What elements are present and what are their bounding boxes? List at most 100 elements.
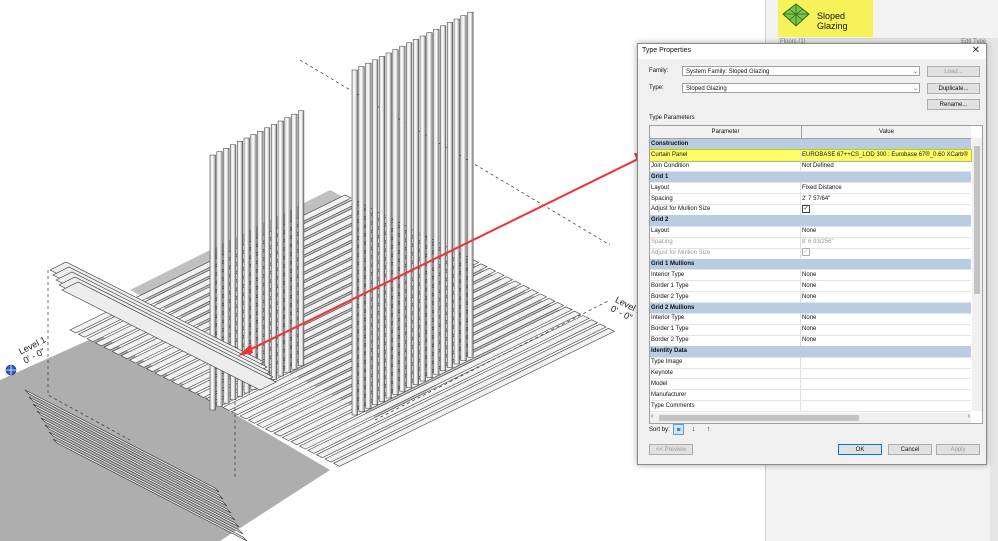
parameter-value[interactable]: ✓ bbox=[802, 204, 970, 214]
parameter-value[interactable]: None bbox=[802, 335, 970, 345]
parameter-value[interactable]: 8' 6 93/256" bbox=[802, 237, 970, 247]
parameter-value[interactable]: None bbox=[802, 313, 970, 323]
parameter-group-row[interactable]: Grid 1 bbox=[650, 171, 971, 184]
sort-grouped-icon[interactable]: ≡ bbox=[673, 424, 684, 435]
type-selector[interactable]: Sloped Glazing bbox=[778, 0, 873, 37]
vertical-fin bbox=[426, 32, 433, 378]
checkbox-icon[interactable]: ✓ bbox=[802, 204, 810, 213]
parameter-value[interactable]: None bbox=[802, 226, 970, 236]
parameter-name: Keynote bbox=[651, 369, 674, 376]
group-label: Grid 2 Mullions bbox=[651, 304, 695, 311]
type-label: Type: bbox=[649, 85, 664, 91]
parameter-name: Spacing bbox=[651, 195, 673, 202]
vertical-fin bbox=[277, 120, 284, 377]
parameter-value[interactable]: None bbox=[802, 281, 970, 291]
parameter-row[interactable]: Spacing 8' 6 93/256" bbox=[650, 237, 971, 249]
parameter-name: Border 1 Type bbox=[651, 326, 689, 333]
parameter-group-row[interactable]: Grid 2 Mullions bbox=[650, 302, 971, 314]
parameter-row[interactable]: Border 2 Type None bbox=[650, 335, 971, 347]
parameter-value[interactable]: ✓ bbox=[802, 248, 970, 258]
cancel-button[interactable]: Cancel bbox=[888, 444, 932, 455]
checkbox-icon[interactable]: ✓ bbox=[802, 248, 810, 257]
type-properties-dialog: Type Properties ✕ Family: System Family:… bbox=[637, 43, 987, 465]
family-dropdown[interactable]: System Family: Sloped Glazing ⌄ bbox=[682, 66, 920, 76]
vertical-fin bbox=[378, 56, 385, 402]
parameter-name: Interior Type bbox=[651, 315, 685, 322]
load-button[interactable]: Load... bbox=[927, 66, 980, 77]
vertical-fin bbox=[399, 45, 406, 392]
parameter-value[interactable]: Not Defined bbox=[802, 161, 970, 171]
vertical-fin bbox=[284, 117, 291, 373]
parameter-value[interactable]: None bbox=[802, 292, 970, 302]
type-parameters-grid: Parameter Value Construction Curtain Pane… bbox=[649, 125, 983, 424]
parameter-row[interactable]: Border 2 Type None bbox=[650, 291, 971, 304]
parameter-group-row[interactable]: Grid 1 Mullions bbox=[650, 258, 971, 271]
parameter-name: Manufacturer bbox=[651, 391, 687, 398]
family-value: System Family: Sloped Glazing bbox=[686, 69, 770, 75]
sort-descending-icon[interactable]: ↑ bbox=[703, 424, 714, 435]
parameter-group-row[interactable]: Identity Data bbox=[650, 346, 971, 358]
apply-button[interactable]: Apply bbox=[936, 444, 980, 455]
vertical-fin bbox=[351, 69, 358, 416]
parameter-name: Curtain Panel bbox=[651, 151, 688, 158]
sort-ascending-icon[interactable]: ↓ bbox=[688, 424, 699, 435]
grid-vertical-scrollbar[interactable] bbox=[972, 138, 982, 411]
vertical-fin bbox=[264, 127, 271, 384]
parameter-group-row[interactable]: Grid 2 bbox=[650, 215, 971, 227]
parameter-row[interactable]: Type Comments bbox=[650, 400, 971, 413]
vertical-fin bbox=[298, 110, 305, 367]
grid-horizontal-scrollbar[interactable]: ‹ › bbox=[650, 413, 971, 423]
parameter-row[interactable]: Type Image bbox=[650, 357, 971, 369]
parameter-value[interactable]: None bbox=[802, 324, 970, 334]
parameter-row[interactable]: Manufacturer bbox=[650, 389, 971, 402]
scroll-left-icon[interactable]: ‹ bbox=[651, 413, 653, 420]
column-header-parameter[interactable]: Parameter bbox=[650, 126, 802, 139]
column-header-value[interactable]: Value bbox=[802, 126, 971, 139]
close-icon[interactable]: ✕ bbox=[972, 45, 980, 56]
parameter-group-row[interactable]: Construction bbox=[650, 139, 971, 151]
parameter-name: Adjust for Mullion Size bbox=[651, 206, 711, 213]
ok-button[interactable]: OK bbox=[838, 444, 882, 455]
parameter-name: Border 2 Type bbox=[651, 293, 689, 300]
vertical-fin bbox=[209, 154, 216, 411]
parameter-row[interactable]: Adjust for Mullion Size ✓ bbox=[650, 204, 971, 216]
parameter-row[interactable]: Interior Type None bbox=[650, 313, 971, 325]
parameter-row[interactable]: Border 1 Type None bbox=[650, 324, 971, 336]
parameter-value[interactable]: None bbox=[802, 270, 970, 280]
parameter-value[interactable]: 2' 7 57/64" bbox=[802, 194, 970, 204]
vertical-fin bbox=[433, 28, 440, 375]
parameter-name: Interior Type bbox=[651, 271, 685, 278]
vertical-fin bbox=[467, 11, 474, 358]
parameter-row[interactable]: Layout None bbox=[650, 226, 971, 238]
group-label: Identity Data bbox=[651, 348, 688, 355]
level-marker-icon bbox=[5, 364, 17, 376]
palette-scrollbar[interactable] bbox=[990, 38, 998, 541]
parameter-value[interactable]: EUROBASE 67++CS_LOD 300 : Eurobase 67®_0… bbox=[802, 150, 970, 160]
preview-button[interactable]: << Preview bbox=[649, 444, 693, 455]
parameter-row[interactable]: Border 1 Type None bbox=[650, 280, 971, 293]
rename-button[interactable]: Rename... bbox=[927, 99, 980, 110]
parameter-row[interactable]: Spacing 2' 7 57/64" bbox=[650, 193, 971, 205]
parameter-value[interactable]: Fixed Distance bbox=[802, 183, 970, 193]
type-value: Sloped Glazing bbox=[686, 86, 727, 92]
group-label: Construction bbox=[651, 141, 689, 147]
vertical-fin bbox=[257, 130, 264, 387]
parameter-row[interactable]: Curtain Panel EUROBASE 67++CS_LOD 300 : E… bbox=[650, 148, 972, 163]
parameter-name: Layout bbox=[651, 184, 670, 191]
parameter-row[interactable]: Interior Type None bbox=[650, 269, 971, 282]
parameter-name: Join Condition bbox=[651, 162, 690, 169]
parameter-row[interactable]: Model bbox=[650, 378, 971, 391]
dialog-titlebar[interactable]: Type Properties ✕ bbox=[638, 44, 986, 59]
scroll-right-icon[interactable]: › bbox=[968, 413, 970, 420]
parameter-row[interactable]: Adjust for Mullion Size ✓ bbox=[650, 248, 971, 260]
parameter-name: Spacing bbox=[651, 239, 673, 246]
parameter-row[interactable]: Join Condition Not Defined bbox=[650, 160, 971, 173]
sort-by-label: Sort by: bbox=[649, 427, 670, 433]
type-dropdown[interactable]: Sloped Glazing ⌄ bbox=[682, 83, 920, 93]
duplicate-button[interactable]: Duplicate... bbox=[927, 83, 980, 94]
parameter-row[interactable]: Layout Fixed Distance bbox=[650, 182, 971, 195]
parameter-row[interactable]: Keynote bbox=[650, 367, 971, 380]
vertical-fin bbox=[270, 124, 277, 380]
dropdown-arrow-icon: ⌄ bbox=[912, 69, 918, 75]
parameter-name: Layout bbox=[651, 228, 670, 235]
